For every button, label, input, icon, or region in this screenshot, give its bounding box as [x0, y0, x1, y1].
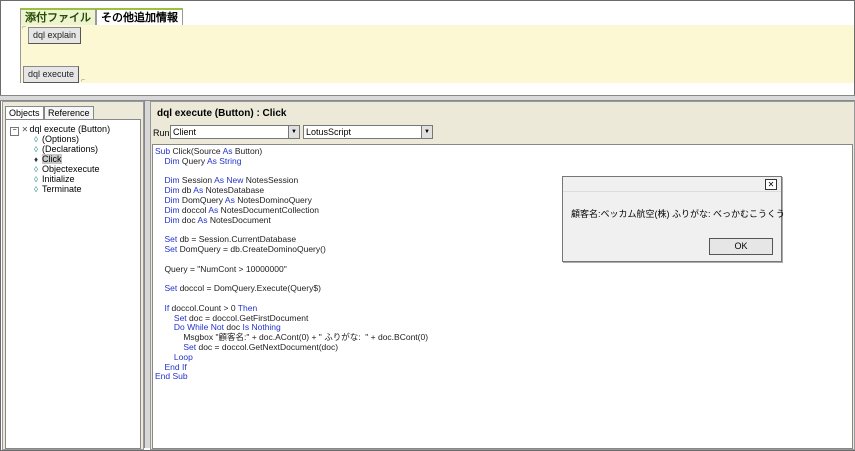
code-line: Set doccol = DomQuery.Execute(Query$): [164, 283, 321, 294]
tree-item-initialize[interactable]: ◊ Initialize: [34, 174, 75, 184]
form-area: ⌐ dql explain dql execute ⌐: [20, 24, 854, 84]
code-line: End Sub: [155, 371, 188, 382]
tree-item-options[interactable]: ◊ (Options): [34, 134, 79, 144]
code-line: Set doc = doccol.GetNextDocument(doc): [183, 341, 339, 352]
dql-explain-button[interactable]: dql explain: [28, 27, 82, 44]
code-line: Loop: [173, 351, 193, 362]
code-text: Sub Click(Source As Button) Dim Query As…: [155, 146, 428, 382]
code-line: Dim doc As NotesDocument: [164, 214, 271, 225]
script-editor-panel: dql execute (Button) : Click Run Client …: [150, 101, 855, 450]
close-icon[interactable]: ✕: [765, 179, 777, 190]
form-tabs: 添付ファイル その他追加情報: [20, 8, 183, 27]
dialog-titlebar: ✕: [563, 177, 781, 192]
language-select[interactable]: LotusScript ▼: [303, 125, 433, 139]
chevron-down-icon[interactable]: ▼: [288, 126, 299, 138]
tree-root[interactable]: − ✕dql execute (Button): [10, 124, 111, 136]
button-object-icon: ✕: [21, 125, 29, 134]
tree-item-label: Click: [42, 154, 62, 164]
tree-item-click[interactable]: ♦ Click: [34, 154, 62, 164]
objects-panel: Objects Reference − ✕dql execute (Button…: [2, 101, 144, 450]
chevron-down-icon[interactable]: ▼: [421, 126, 432, 138]
tab-objects[interactable]: Objects: [5, 106, 44, 119]
diamond-icon: ◊: [34, 185, 38, 194]
message-box-dialog: ✕ 顧客名:ベッカム航空(株) ふりがな: べっかむこうくう OK: [562, 176, 785, 262]
dialog-message: 顧客名:ベッカム航空(株) ふりがな: べっかむこうくう: [571, 209, 785, 219]
field-corner-marker: ⌐: [22, 24, 27, 31]
run-target-select[interactable]: Client ▼: [170, 125, 300, 139]
code-line: Set DomQuery = db.CreateDominoQuery(): [164, 243, 326, 254]
tree-item-terminate[interactable]: ◊ Terminate: [34, 184, 82, 194]
tree-item-label: Terminate: [42, 184, 82, 194]
run-target-value: Client: [173, 127, 197, 137]
code-line: End If: [164, 361, 187, 372]
tree-item-label: Objectexecute: [42, 164, 100, 174]
dql-execute-button[interactable]: dql execute: [23, 66, 80, 83]
run-label: Run: [153, 128, 170, 138]
tree-item-label: (Options): [42, 134, 80, 144]
editor-title: dql execute (Button) : Click: [157, 108, 287, 119]
ok-button[interactable]: OK: [709, 238, 773, 255]
tree-item-objectexecute[interactable]: ◊ Objectexecute: [34, 164, 100, 174]
code-line: Dim Query As String: [164, 155, 242, 166]
tab-reference[interactable]: Reference: [44, 106, 94, 119]
tree-item-label: (Declarations): [42, 144, 99, 154]
language-value: LotusScript: [306, 127, 352, 137]
code-line: Query = "NumCont > 10000000": [155, 263, 287, 274]
tree-item-label: Initialize: [42, 174, 75, 184]
collapse-icon[interactable]: −: [10, 127, 19, 136]
tree-item-declarations[interactable]: ◊ (Declarations): [34, 144, 98, 154]
tree-root-label: dql execute (Button): [29, 124, 111, 134]
field-corner-marker: ⌐: [81, 77, 86, 84]
object-tree: − ✕dql execute (Button) ◊ (Options) ◊ (Dec…: [5, 119, 141, 449]
